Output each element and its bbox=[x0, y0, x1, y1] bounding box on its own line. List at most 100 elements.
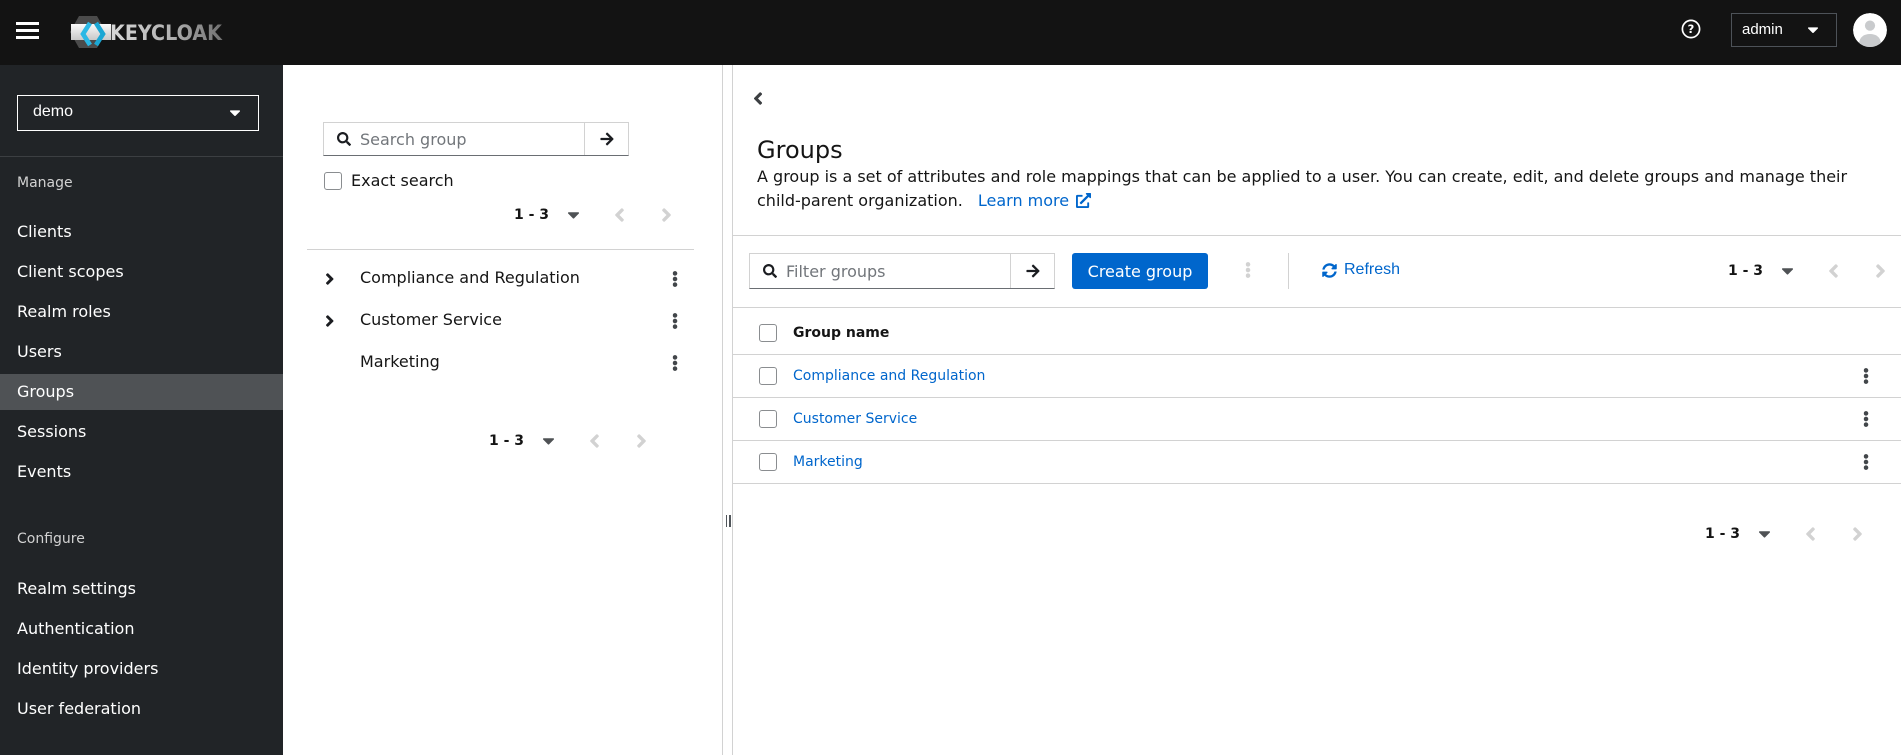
tree-item-label[interactable]: Compliance and Regulation bbox=[360, 268, 580, 287]
pagination-range: 1 - 3 bbox=[489, 433, 525, 449]
tree-item-kebab-button[interactable] bbox=[664, 266, 686, 292]
tree-item-kebab-button[interactable] bbox=[664, 350, 686, 376]
exact-search-checkbox[interactable] bbox=[324, 172, 342, 190]
previous-page-button[interactable] bbox=[1825, 261, 1843, 281]
caret-down-icon bbox=[1808, 27, 1818, 34]
table-pagination-bottom: 1 - 3 bbox=[1705, 524, 1875, 544]
hamburger-icon bbox=[16, 22, 39, 26]
per-page-toggle[interactable] bbox=[1778, 261, 1796, 281]
realm-selector[interactable]: demo bbox=[17, 95, 259, 131]
user-name: admin bbox=[1742, 21, 1783, 38]
table-pagination-top: 1 - 3 bbox=[1728, 261, 1898, 281]
per-page-toggle[interactable] bbox=[1755, 524, 1773, 544]
arrow-right-icon bbox=[1026, 264, 1040, 278]
expand-toggle-button[interactable] bbox=[319, 268, 341, 290]
row-checkbox[interactable] bbox=[759, 367, 777, 385]
sidebar-item-realm-roles[interactable]: Realm roles bbox=[0, 294, 283, 330]
exact-search-label: Exact search bbox=[351, 171, 454, 190]
next-page-button[interactable] bbox=[633, 431, 651, 451]
tree-item-label[interactable]: Marketing bbox=[360, 352, 440, 371]
group-link[interactable]: Compliance and Regulation bbox=[793, 368, 985, 384]
caret-down-icon bbox=[230, 110, 240, 117]
row-kebab-button[interactable] bbox=[1855, 449, 1877, 475]
angle-left-icon bbox=[615, 208, 624, 222]
tree-divider bbox=[307, 249, 694, 250]
nav-toggle-button[interactable] bbox=[16, 19, 40, 46]
sidebar-divider bbox=[0, 156, 283, 157]
keycloak-admin-console: KEYCLOAK ? admin demo Manage Clients Cli… bbox=[0, 0, 1901, 755]
question-circle-icon: ? bbox=[1681, 19, 1701, 38]
panel-resize-splitter[interactable] bbox=[723, 65, 733, 755]
collapse-panel-button[interactable] bbox=[749, 91, 767, 109]
pagination-range: 1 - 3 bbox=[1728, 263, 1764, 279]
nav-section-manage: Manage bbox=[17, 175, 73, 191]
table-row: Marketing bbox=[733, 441, 1901, 484]
sidebar-item-users[interactable]: Users bbox=[0, 334, 283, 370]
toolbar-kebab-button[interactable] bbox=[1237, 257, 1259, 283]
sidebar-item-realm-settings[interactable]: Realm settings bbox=[0, 571, 283, 607]
select-all-checkbox[interactable] bbox=[759, 324, 777, 342]
next-page-button[interactable] bbox=[1872, 261, 1890, 281]
arrow-right-icon bbox=[600, 132, 614, 146]
group-search-submit-button[interactable] bbox=[584, 123, 629, 155]
angle-right-icon bbox=[1876, 264, 1885, 278]
sidebar-item-authentication[interactable]: Authentication bbox=[0, 611, 283, 647]
sidebar-item-events[interactable]: Events bbox=[0, 454, 283, 490]
filter-groups-box bbox=[749, 253, 1055, 289]
nav-list-configure: Realm settings Authentication Identity p… bbox=[0, 571, 283, 731]
tree-item-compliance-and-regulation: Compliance and Regulation bbox=[283, 258, 723, 300]
sidebar-item-sessions[interactable]: Sessions bbox=[0, 414, 283, 450]
previous-page-button[interactable] bbox=[1802, 524, 1820, 544]
table-row: Customer Service bbox=[733, 398, 1901, 441]
group-link[interactable]: Marketing bbox=[793, 454, 863, 470]
tree-item-label[interactable]: Customer Service bbox=[360, 310, 502, 329]
previous-page-button[interactable] bbox=[611, 205, 629, 225]
user-menu-toggle[interactable]: admin bbox=[1731, 13, 1837, 47]
per-page-toggle[interactable] bbox=[539, 431, 557, 451]
row-kebab-button[interactable] bbox=[1855, 406, 1877, 432]
header-divider bbox=[733, 235, 1901, 236]
groups-main-panel: Groups A group is a set of attributes an… bbox=[733, 65, 1901, 755]
refresh-icon bbox=[1322, 263, 1337, 278]
next-page-button[interactable] bbox=[658, 205, 676, 225]
tree-pagination-bottom: 1 - 3 bbox=[489, 431, 659, 451]
sidebar-item-client-scopes[interactable]: Client scopes bbox=[0, 254, 283, 290]
column-header-group-name: Group name bbox=[793, 325, 890, 341]
nav-list-manage: Clients Client scopes Realm roles Users … bbox=[0, 214, 283, 494]
group-tree-panel: Exact search 1 - 3 Compliance and Regula… bbox=[283, 65, 723, 755]
row-kebab-button[interactable] bbox=[1855, 363, 1877, 389]
group-link[interactable]: Customer Service bbox=[793, 411, 917, 427]
sidebar-item-groups[interactable]: Groups bbox=[0, 374, 283, 410]
sidebar-item-clients[interactable]: Clients bbox=[0, 214, 283, 250]
angle-right-icon bbox=[326, 315, 334, 327]
external-link-icon bbox=[1076, 193, 1092, 208]
page-description: A group is a set of attributes and role … bbox=[757, 165, 1859, 213]
svg-text:?: ? bbox=[1688, 22, 1695, 36]
table-row: Compliance and Regulation bbox=[733, 355, 1901, 398]
create-group-button[interactable]: Create group bbox=[1072, 253, 1208, 289]
sidebar-item-user-federation[interactable]: User federation bbox=[0, 691, 283, 727]
page-title: Groups bbox=[757, 136, 843, 164]
kebab-icon bbox=[1245, 262, 1251, 278]
help-button[interactable]: ? bbox=[1678, 17, 1704, 43]
row-checkbox[interactable] bbox=[759, 453, 777, 471]
expand-toggle-button[interactable] bbox=[319, 310, 341, 332]
tree-item-kebab-button[interactable] bbox=[664, 308, 686, 334]
next-page-button[interactable] bbox=[1849, 524, 1867, 544]
realm-name: demo bbox=[33, 103, 74, 120]
filter-groups-input[interactable] bbox=[750, 254, 1010, 288]
row-checkbox[interactable] bbox=[759, 410, 777, 428]
angle-right-icon bbox=[326, 273, 334, 285]
tree-item-marketing: Marketing bbox=[283, 342, 723, 384]
group-search-input[interactable] bbox=[324, 123, 584, 155]
learn-more-link[interactable]: Learn more bbox=[978, 191, 1092, 210]
filter-groups-submit-button[interactable] bbox=[1010, 254, 1055, 288]
per-page-toggle[interactable] bbox=[564, 205, 582, 225]
user-avatar[interactable] bbox=[1853, 13, 1887, 47]
angle-left-icon bbox=[1806, 527, 1815, 541]
previous-page-button[interactable] bbox=[586, 431, 604, 451]
sidebar-item-identity-providers[interactable]: Identity providers bbox=[0, 651, 283, 687]
refresh-label: Refresh bbox=[1344, 261, 1401, 278]
angle-left-icon bbox=[590, 434, 599, 448]
sidebar: demo Manage Clients Client scopes Realm … bbox=[0, 65, 283, 755]
